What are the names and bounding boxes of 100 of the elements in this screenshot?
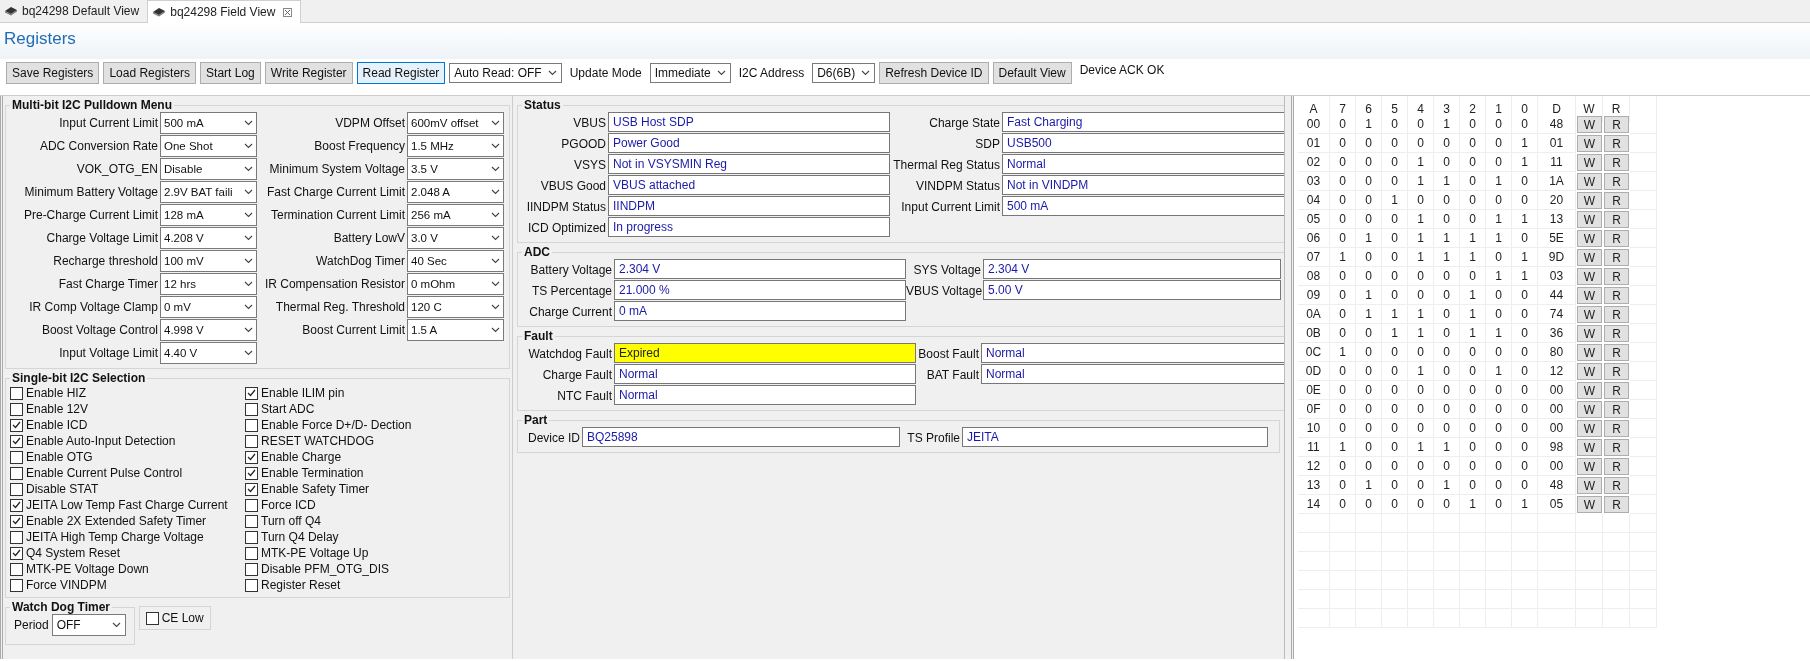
checkbox[interactable] (245, 386, 258, 400)
checkbox[interactable] (10, 578, 23, 592)
write-button[interactable]: W (1577, 496, 1602, 513)
checkbox[interactable] (10, 546, 23, 560)
checkbox[interactable] (245, 434, 258, 448)
write-button[interactable]: W (1577, 173, 1602, 190)
write-button[interactable]: W (1577, 439, 1602, 456)
read-button[interactable]: R (1604, 420, 1629, 437)
write-button[interactable]: W (1577, 116, 1602, 133)
write-button[interactable]: W (1577, 135, 1602, 152)
checkbox[interactable] (10, 482, 23, 496)
checkbox[interactable] (10, 402, 23, 416)
read-button[interactable]: R (1604, 211, 1629, 228)
toolbar-button[interactable]: Refresh Device ID (879, 62, 989, 84)
setting-dropdown[interactable]: 2.048 A (407, 181, 504, 203)
tab[interactable]: bq24298 Field View (148, 0, 302, 23)
read-button[interactable]: R (1604, 230, 1629, 247)
read-button[interactable]: R (1604, 306, 1629, 323)
read-button[interactable]: R (1604, 382, 1629, 399)
read-button[interactable]: R (1604, 458, 1629, 475)
write-button[interactable]: W (1577, 154, 1602, 171)
write-button[interactable]: W (1577, 325, 1602, 342)
toolbar-dropdown[interactable]: Auto Read: OFF (449, 63, 562, 83)
close-icon[interactable] (283, 7, 293, 17)
checkbox[interactable] (10, 466, 23, 480)
checkbox[interactable] (245, 466, 258, 480)
toolbar-button[interactable]: Default View (992, 62, 1072, 84)
write-button[interactable]: W (1577, 192, 1602, 209)
write-button[interactable]: W (1577, 363, 1602, 380)
toolbar-button[interactable]: Save Registers (6, 62, 100, 84)
checkbox[interactable] (245, 530, 258, 544)
setting-dropdown[interactable]: 0 mOhm (407, 273, 504, 295)
write-button[interactable]: W (1577, 458, 1602, 475)
read-button[interactable]: R (1604, 439, 1629, 456)
checkbox[interactable] (245, 450, 258, 464)
read-button[interactable]: R (1604, 477, 1629, 494)
setting-dropdown[interactable]: 4.208 V (160, 227, 257, 249)
read-button[interactable]: R (1604, 496, 1629, 513)
checkbox[interactable] (10, 386, 23, 400)
setting-dropdown[interactable]: 2.9V BAT faili (160, 181, 257, 203)
setting-dropdown[interactable]: 600mV offset (407, 112, 504, 134)
write-button[interactable]: W (1577, 382, 1602, 399)
checkbox[interactable] (10, 530, 23, 544)
setting-dropdown[interactable]: 3.5 V (407, 158, 504, 180)
setting-dropdown[interactable]: 4.998 V (160, 319, 257, 341)
setting-dropdown[interactable]: 12 hrs (160, 273, 257, 295)
checkbox[interactable] (245, 546, 258, 560)
setting-dropdown[interactable]: 0 mV (160, 296, 257, 318)
setting-dropdown[interactable]: Disable (160, 158, 257, 180)
checkbox[interactable] (245, 418, 258, 432)
read-button[interactable]: R (1604, 344, 1629, 361)
checkbox[interactable] (245, 482, 258, 496)
setting-dropdown[interactable]: 1.5 MHz (407, 135, 504, 157)
read-button[interactable]: R (1604, 363, 1629, 380)
toolbar-button[interactable]: Load Registers (103, 62, 197, 84)
setting-dropdown[interactable]: 100 mV (160, 250, 257, 272)
checkbox[interactable] (10, 562, 23, 576)
write-button[interactable]: W (1577, 344, 1602, 361)
toolbar-button[interactable]: Write Register (264, 62, 353, 84)
checkbox[interactable] (245, 402, 258, 416)
write-button[interactable]: W (1577, 306, 1602, 323)
read-button[interactable]: R (1604, 116, 1629, 133)
setting-dropdown[interactable]: 500 mA (160, 112, 257, 134)
write-button[interactable]: W (1577, 287, 1602, 304)
setting-dropdown[interactable]: One Shot (160, 135, 257, 157)
checkbox[interactable] (10, 514, 23, 528)
read-button[interactable]: R (1604, 287, 1629, 304)
setting-dropdown[interactable]: 256 mA (407, 204, 504, 226)
period-dropdown[interactable]: OFF (51, 614, 126, 636)
setting-dropdown[interactable]: 4.40 V (160, 342, 257, 364)
write-button[interactable]: W (1577, 420, 1602, 437)
setting-dropdown[interactable]: 120 C (407, 296, 504, 318)
write-button[interactable]: W (1577, 211, 1602, 228)
read-button[interactable]: R (1604, 268, 1629, 285)
read-button[interactable]: R (1604, 401, 1629, 418)
checkbox[interactable] (10, 418, 23, 432)
setting-dropdown[interactable]: 3.0 V (407, 227, 504, 249)
read-button[interactable]: R (1604, 192, 1629, 209)
read-button[interactable]: R (1604, 173, 1629, 190)
checkbox[interactable] (10, 434, 23, 448)
read-button[interactable]: R (1604, 135, 1629, 152)
checkbox[interactable] (245, 562, 258, 576)
setting-dropdown[interactable]: 128 mA (160, 204, 257, 226)
write-button[interactable]: W (1577, 477, 1602, 494)
setting-dropdown[interactable]: 1.5 A (407, 319, 504, 341)
checkbox[interactable] (10, 498, 23, 512)
read-button[interactable]: R (1604, 325, 1629, 342)
read-button[interactable]: R (1604, 154, 1629, 171)
write-button[interactable]: W (1577, 401, 1602, 418)
toolbar-button[interactable]: Start Log (200, 62, 261, 84)
write-button[interactable]: W (1577, 268, 1602, 285)
checkbox[interactable] (245, 578, 258, 592)
write-button[interactable]: W (1577, 249, 1602, 266)
checkbox[interactable] (245, 498, 258, 512)
read-button[interactable]: R (1604, 249, 1629, 266)
checkbox[interactable] (10, 450, 23, 464)
toolbar-dropdown[interactable]: D6(6B) (812, 63, 876, 83)
toolbar-dropdown[interactable]: Immediate (649, 63, 731, 83)
write-button[interactable]: W (1577, 230, 1602, 247)
checkbox[interactable] (245, 514, 258, 528)
